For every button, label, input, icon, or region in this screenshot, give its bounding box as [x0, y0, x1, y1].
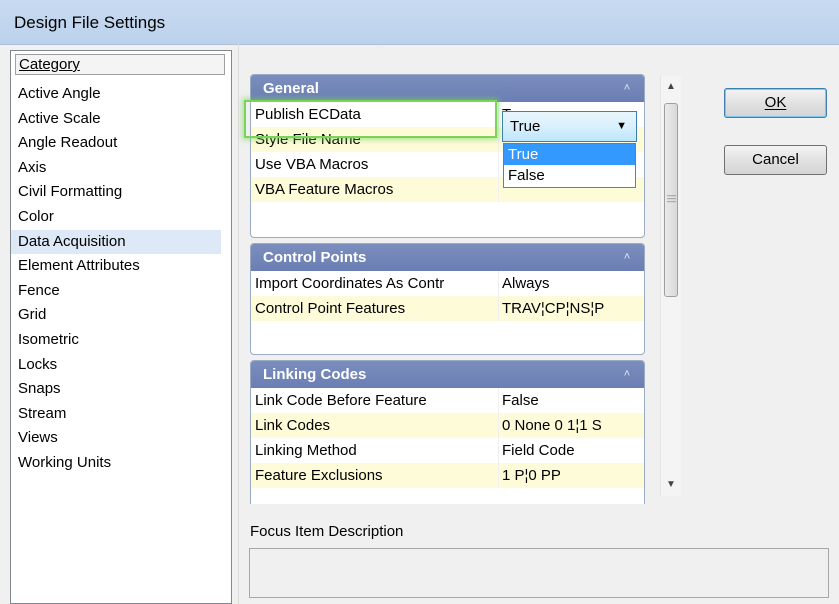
cancel-button-label: Cancel: [752, 151, 799, 168]
category-item-views[interactable]: Views: [11, 426, 231, 451]
ok-button-label: OK: [764, 94, 787, 111]
focus-item-label: Focus Item Description: [250, 523, 404, 540]
group-control-points: Control Points ˄ Import Coordinates As C…: [250, 243, 645, 355]
column-separator: [498, 413, 499, 438]
category-item-isometric[interactable]: Isometric: [11, 328, 231, 353]
category-item-axis[interactable]: Axis: [11, 156, 231, 181]
category-item-data-acquisition[interactable]: Data Acquisition: [11, 229, 221, 255]
column-separator: [498, 438, 499, 463]
focus-item-description: [249, 548, 829, 598]
category-item-active-scale[interactable]: Active Scale: [11, 107, 231, 132]
category-item-fence[interactable]: Fence: [11, 279, 231, 304]
property-value: Field Code: [502, 442, 575, 459]
title-bar: Design File Settings: [0, 0, 839, 45]
group-linking-codes-title: Linking Codes: [263, 366, 367, 383]
property-name: Link Codes: [255, 417, 331, 434]
column-separator: [498, 127, 499, 152]
property-row[interactable]: Control Point Features TRAV¦CP¦NS¦P: [251, 296, 644, 321]
group-control-points-title: Control Points: [263, 249, 367, 266]
property-value: Always: [502, 275, 550, 292]
group-linking-codes: Linking Codes ˄ Link Code Before Feature…: [250, 360, 645, 504]
category-list[interactable]: Category Active Angle Active Scale Angle…: [10, 50, 232, 604]
property-name: Feature Exclusions: [255, 467, 383, 484]
group-general-title: General: [263, 80, 319, 97]
property-name: Publish ECData: [255, 106, 361, 123]
dropdown-arrow-icon[interactable]: ▼: [616, 112, 627, 141]
property-row[interactable]: Linking Method Field Code: [251, 438, 644, 463]
category-items: Active Angle Active Scale Angle Readout …: [11, 82, 231, 476]
property-row[interactable]: Import Coordinates As Contr Always: [251, 271, 644, 296]
column-separator: [498, 296, 499, 321]
column-separator: [498, 463, 499, 488]
ok-button[interactable]: OK: [724, 88, 827, 118]
collapse-icon[interactable]: ˄: [620, 361, 634, 388]
property-value: 0 None 0 1¦1 S: [502, 417, 602, 434]
category-item-color[interactable]: Color: [11, 205, 231, 230]
category-item-civil-formatting[interactable]: Civil Formatting: [11, 180, 231, 205]
scrollbar-thumb[interactable]: — — —: [664, 103, 678, 297]
property-name: Use VBA Macros: [255, 156, 369, 173]
dropdown-option-true[interactable]: True: [504, 144, 635, 165]
group-control-points-header[interactable]: Control Points ˄: [251, 244, 644, 271]
category-item-active-angle[interactable]: Active Angle: [11, 82, 231, 107]
group-general-header[interactable]: General ˄: [251, 75, 644, 102]
property-value: False: [502, 392, 539, 409]
publish-ecdata-dropdown: True False: [503, 143, 636, 188]
column-separator: [498, 388, 499, 413]
category-item-stream[interactable]: Stream: [11, 402, 231, 427]
category-header-label: Category: [19, 56, 80, 73]
property-row[interactable]: Link Code Before Feature False: [251, 388, 644, 413]
property-name: Style File Name: [255, 131, 361, 148]
property-value: 1 P¦0 PP: [502, 467, 561, 484]
column-separator: [498, 177, 499, 202]
property-row[interactable]: Link Codes 0 None 0 1¦1 S: [251, 413, 644, 438]
category-item-snaps[interactable]: Snaps: [11, 377, 231, 402]
column-separator: [498, 102, 499, 127]
column-separator: [498, 271, 499, 296]
property-name: Link Code Before Feature: [255, 392, 427, 409]
property-row[interactable]: Feature Exclusions 1 P¦0 PP: [251, 463, 644, 488]
combo-value: True: [510, 118, 541, 135]
property-value: TRAV¦CP¦NS¦P: [502, 300, 605, 317]
category-item-grid[interactable]: Grid: [11, 303, 231, 328]
category-item-locks[interactable]: Locks: [11, 353, 231, 378]
group-linking-codes-header[interactable]: Linking Codes ˄: [251, 361, 644, 388]
publish-ecdata-combo[interactable]: True ▼: [502, 111, 637, 142]
window-title: Design File Settings: [14, 13, 166, 32]
category-item-working-units[interactable]: Working Units: [11, 451, 231, 476]
property-name: VBA Feature Macros: [255, 181, 394, 198]
category-item-element-attributes[interactable]: Element Attributes: [11, 254, 231, 279]
property-name: Import Coordinates As Contr: [255, 275, 445, 292]
property-name: Control Point Features: [255, 300, 406, 317]
collapse-icon[interactable]: ˄: [620, 75, 634, 102]
vertical-scrollbar[interactable]: ▲ — — — ▼: [660, 76, 681, 496]
panel-divider: [238, 44, 239, 604]
collapse-icon[interactable]: ˄: [620, 244, 634, 271]
column-separator: [498, 152, 499, 177]
category-item-angle-readout[interactable]: Angle Readout: [11, 131, 231, 156]
scroll-up-icon[interactable]: ▲: [661, 78, 681, 96]
dropdown-option-false[interactable]: False: [504, 165, 635, 186]
cancel-button[interactable]: Cancel: [724, 145, 827, 175]
category-header[interactable]: Category: [15, 54, 225, 75]
property-name: Linking Method: [255, 442, 357, 459]
scroll-down-icon[interactable]: ▼: [661, 476, 681, 494]
grip-icon: — — —: [667, 190, 676, 206]
